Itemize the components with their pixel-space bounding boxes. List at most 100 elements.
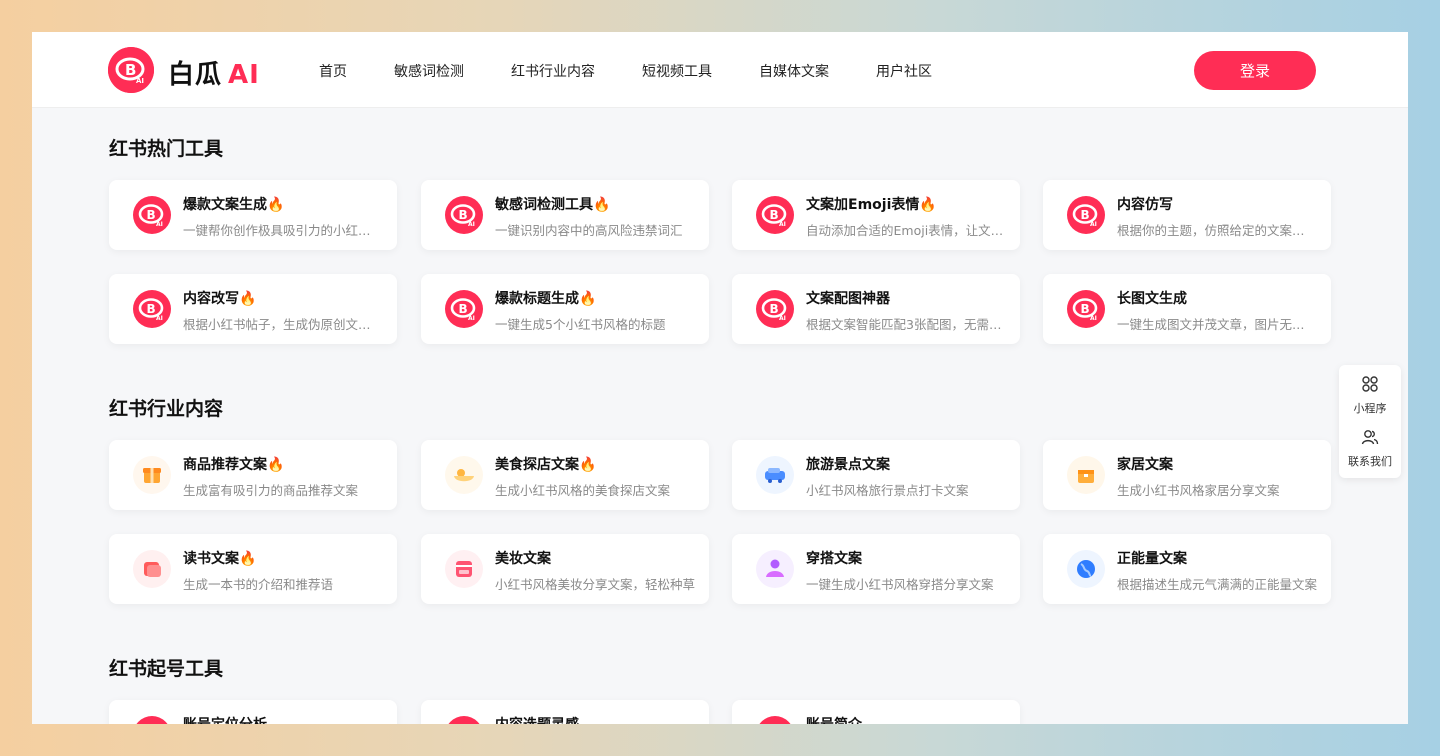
tool-card[interactable]: BAI 账号简介 xyxy=(732,700,1020,724)
tool-card-title: 读书文案🔥 xyxy=(183,551,257,567)
tool-card-desc: 小红书风格旅行景点打卡文案 xyxy=(806,483,969,498)
tool-card-desc: 生成小红书风格的美食探店文案 xyxy=(495,483,671,498)
floating-side-panel: 小程序 联系我们 xyxy=(1339,365,1401,478)
svg-text:B: B xyxy=(1081,208,1090,222)
app-frame: B AI 白瓜 AI 首页 敏感词检测 红书行业内容 短视频工具 自媒体文案 用户… xyxy=(32,32,1408,724)
tool-card[interactable]: 正能量文案根据描述生成元气满满的正能量文案 xyxy=(1043,534,1331,604)
tool-card-title: 正能量文案 xyxy=(1117,551,1187,567)
svg-text:AI: AI xyxy=(156,221,163,228)
svg-text:B: B xyxy=(1081,302,1090,316)
section-title: 红书热门工具 xyxy=(109,138,224,160)
tool-card[interactable]: B AI 爆款标题生成🔥 一键生成5个小红书风格的标题 xyxy=(421,274,709,344)
tool-card[interactable]: B AI 内容改写🔥 根据小红书帖子，生成伪原创文案内容 xyxy=(109,274,397,344)
tool-card-title: 美食探店文案🔥 xyxy=(495,457,597,473)
tool-card[interactable]: 美妆文案小红书风格美妆分享文案，轻松种草 xyxy=(421,534,709,604)
tool-card[interactable]: BAI 文案加Emoji表情🔥 自动添加合适的Emoji表情，让文案更生动 xyxy=(732,180,1020,250)
svg-text:AI: AI xyxy=(1090,315,1097,322)
tool-card-desc: 一键生成5个小红书风格的标题 xyxy=(495,317,666,332)
tool-card-desc: 一键帮你创作极具吸引力的小红书文案 xyxy=(183,223,383,238)
book-icon xyxy=(133,550,171,588)
brand-logo-icon[interactable]: B AI xyxy=(108,47,154,93)
tool-card[interactable]: 美食探店文案🔥 生成小红书风格的美食探店文案 xyxy=(421,440,709,510)
section-title: 红书起号工具 xyxy=(109,658,224,680)
makeup-icon xyxy=(445,550,483,588)
tool-card[interactable]: B AI 爆款文案生成🔥 一键帮你创作极具吸引力的小红书文案 xyxy=(109,180,397,250)
nav-home[interactable]: 首页 xyxy=(319,61,347,81)
tool-card[interactable]: 读书文案🔥 生成一本书的介绍和推荐语 xyxy=(109,534,397,604)
tool-card[interactable]: 旅游景点文案小红书风格旅行景点打卡文案 xyxy=(732,440,1020,510)
tool-card[interactable]: BAI 内容仿写根据你的主题，仿照给定的文案进行创作 xyxy=(1043,180,1331,250)
svg-text:AI: AI xyxy=(779,221,786,228)
brand-logo-icon: BAI xyxy=(133,196,171,234)
svg-text:AI: AI xyxy=(779,315,786,322)
tool-card[interactable]: 家居文案 生成小红书风格家居分享文案 xyxy=(1043,440,1331,510)
tool-card-title: 内容选题灵感 xyxy=(495,714,579,724)
nav-media-copy[interactable]: 自媒体文案 xyxy=(759,61,829,81)
nav-sensitive-words[interactable]: 敏感词检测 xyxy=(394,61,464,81)
tool-card[interactable]: B AI 长图文生成 一键生成图文并茂文章，图片无需再找 xyxy=(1043,274,1331,344)
main-nav: 首页 敏感词检测 红书行业内容 短视频工具 自媒体文案 用户社区 xyxy=(319,61,979,81)
brand-name[interactable]: 白瓜 AI xyxy=(168,54,260,91)
svg-text:B: B xyxy=(459,208,468,222)
tool-card-title: 账号简介 xyxy=(806,714,862,724)
globe-icon xyxy=(1067,550,1105,588)
side-mini-program-label: 小程序 xyxy=(1353,402,1387,415)
brand-logo-icon: BAI xyxy=(756,196,794,234)
outfit-person-icon xyxy=(756,550,794,588)
tool-card-title: 爆款标题生成🔥 xyxy=(495,291,597,307)
svg-text:AI: AI xyxy=(468,221,475,228)
nav-short-video[interactable]: 短视频工具 xyxy=(642,61,712,81)
login-button[interactable]: 登录 xyxy=(1194,51,1316,90)
svg-text:AI: AI xyxy=(468,315,475,322)
tool-card-title: 商品推荐文案🔥 xyxy=(183,457,285,473)
svg-text:B: B xyxy=(770,208,779,222)
brand-logo-icon: BAI xyxy=(445,716,483,724)
side-mini-program[interactable]: 小程序 xyxy=(1339,375,1401,416)
tool-card-desc: 根据小红书帖子，生成伪原创文案内容 xyxy=(183,317,383,332)
nav-industry-content[interactable]: 红书行业内容 xyxy=(511,61,595,81)
tool-card-title: 穿搭文案 xyxy=(806,551,862,567)
tool-card[interactable]: BAI 账号定位分析 xyxy=(109,700,397,724)
home-box-icon xyxy=(1067,456,1105,494)
brand-logo-icon: BAI xyxy=(133,290,171,328)
svg-text:B: B xyxy=(147,208,156,222)
svg-text:B: B xyxy=(770,302,779,316)
tool-card-title: 旅游景点文案 xyxy=(806,457,890,473)
tool-card-desc: 生成一本书的介绍和推荐语 xyxy=(183,577,334,592)
brand-logo-icon: BAI xyxy=(445,196,483,234)
food-bowl-icon xyxy=(445,456,483,494)
brand-logo-icon: BAI xyxy=(1067,196,1105,234)
tool-card[interactable]: B AI 敏感词检测工具🔥 一键识别内容中的高风险违禁词汇 xyxy=(421,180,709,250)
nav-community[interactable]: 用户社区 xyxy=(876,61,932,81)
tool-card-title: 家居文案 xyxy=(1117,457,1173,473)
brand-logo-icon: BAI xyxy=(133,716,171,724)
brand-ai-text: AI xyxy=(228,60,260,90)
gift-box-icon xyxy=(133,456,171,494)
tool-card-desc: 生成富有吸引力的商品推荐文案 xyxy=(183,483,359,498)
tool-card-title: 长图文生成 xyxy=(1117,291,1187,307)
svg-text:B: B xyxy=(125,61,136,79)
side-contact[interactable]: 联系我们 xyxy=(1339,428,1401,469)
tool-card-desc: 根据文案智能匹配3张配图，无需自己找图 xyxy=(806,317,1006,332)
travel-car-icon xyxy=(756,456,794,494)
tool-card[interactable]: BAI 文案配图神器根据文案智能匹配3张配图，无需自己找图 xyxy=(732,274,1020,344)
tool-card-desc: 根据你的主题，仿照给定的文案进行创作 xyxy=(1117,223,1317,238)
tool-card-title: 内容仿写 xyxy=(1117,197,1173,213)
brand-logo-icon: BAI xyxy=(1067,290,1105,328)
tool-card-desc: 一键识别内容中的高风险违禁词汇 xyxy=(495,223,683,238)
top-header: B AI 白瓜 AI 首页 敏感词检测 红书行业内容 短视频工具 自媒体文案 用户… xyxy=(32,32,1408,108)
brand-name-text: 白瓜 xyxy=(168,60,223,90)
tool-card-title: 文案加Emoji表情🔥 xyxy=(806,197,937,213)
svg-text:B: B xyxy=(147,302,156,316)
tool-card-desc: 根据描述生成元气满满的正能量文案 xyxy=(1117,577,1317,592)
tool-card[interactable]: 商品推荐文案🔥 生成富有吸引力的商品推荐文案 xyxy=(109,440,397,510)
tool-card-title: 内容改写🔥 xyxy=(183,291,257,307)
tool-card-desc: 小红书风格美妆分享文案，轻松种草 xyxy=(495,577,695,592)
tool-card-title: 美妆文案 xyxy=(495,551,551,567)
brand-logo-icon: BAI xyxy=(445,290,483,328)
tool-card-desc: 一键生成小红书风格穿搭分享文案 xyxy=(806,577,994,592)
tool-card[interactable]: 穿搭文案一键生成小红书风格穿搭分享文案 xyxy=(732,534,1020,604)
tool-card-desc: 自动添加合适的Emoji表情，让文案更生动 xyxy=(806,223,1006,238)
tool-card[interactable]: BAI 内容选题灵感 xyxy=(421,700,709,724)
svg-text:AI: AI xyxy=(156,315,163,322)
